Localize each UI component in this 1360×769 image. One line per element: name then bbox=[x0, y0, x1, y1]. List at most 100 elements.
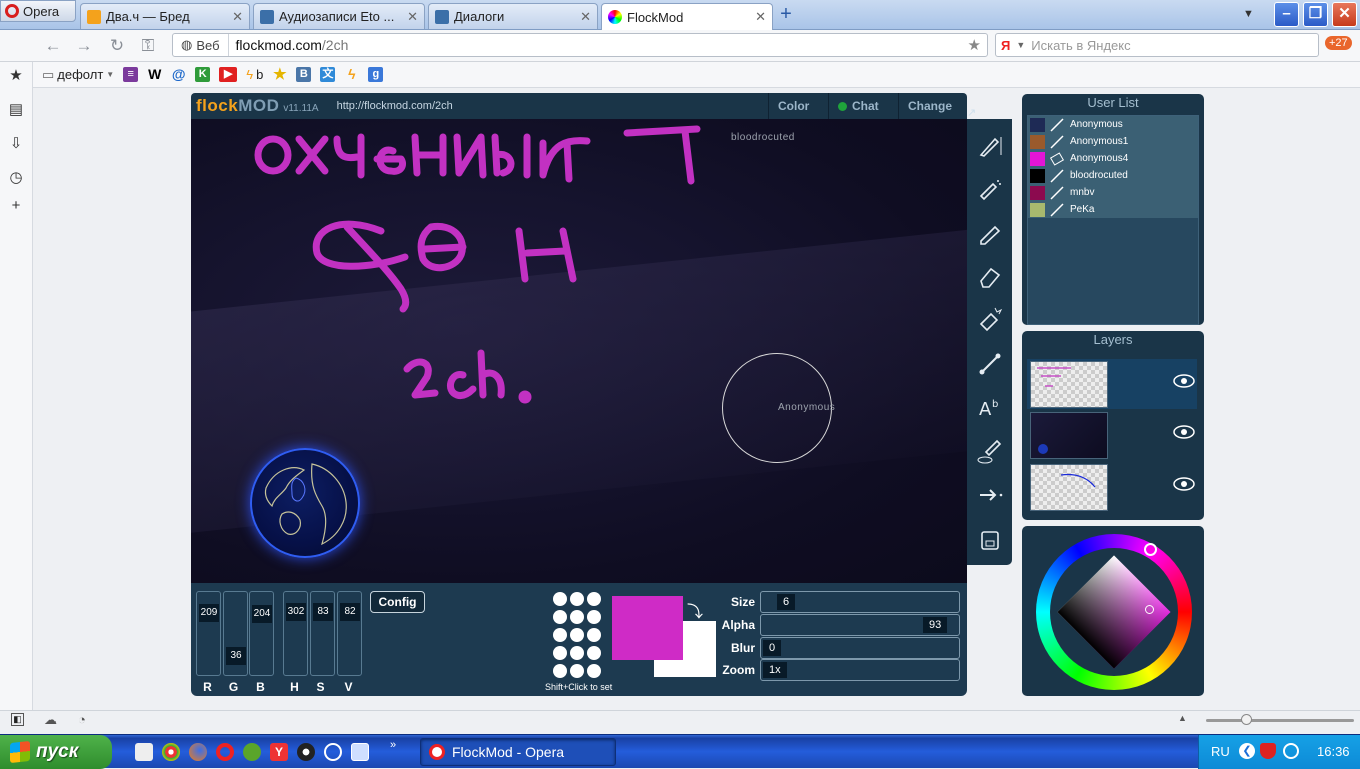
primary-color-swatch[interactable] bbox=[612, 596, 683, 660]
notification-badge[interactable]: +27 bbox=[1325, 36, 1352, 50]
line-tool-icon[interactable] bbox=[977, 351, 1003, 377]
forward-icon[interactable]: → bbox=[73, 36, 95, 56]
color-marker[interactable] bbox=[1145, 605, 1154, 614]
blend-eraser-icon[interactable] bbox=[977, 306, 1003, 332]
new-tab-button[interactable]: + bbox=[776, 4, 796, 25]
blur-bar[interactable]: 0 bbox=[760, 637, 960, 659]
zoom-setting[interactable]: Zoom 1x bbox=[721, 659, 961, 681]
eye-icon[interactable] bbox=[1173, 477, 1195, 491]
user-row[interactable]: mnbv bbox=[1028, 184, 1198, 201]
start-button[interactable]: пуск bbox=[0, 735, 112, 769]
slider-v[interactable]: 82 bbox=[337, 591, 362, 676]
language-indicator[interactable]: RU bbox=[1211, 744, 1230, 759]
url-text[interactable]: flockmod.com/2ch bbox=[229, 37, 349, 53]
close-icon[interactable]: ✕ bbox=[755, 9, 766, 25]
slider-s[interactable]: 83 bbox=[310, 591, 335, 676]
bookmark-star-icon[interactable]: ★ bbox=[968, 36, 981, 54]
web-badge[interactable]: ◍ Веб bbox=[173, 34, 229, 56]
user-row[interactable]: Anonymous4 bbox=[1028, 150, 1198, 167]
chrome-icon[interactable] bbox=[162, 743, 180, 761]
eye-icon[interactable] bbox=[1173, 425, 1195, 439]
add-panel-icon[interactable]: + bbox=[8, 198, 24, 214]
panel-toggle-icon[interactable]: ◧ bbox=[11, 713, 24, 726]
chevron-up-icon[interactable]: ▲ bbox=[1178, 713, 1187, 723]
tab-change[interactable]: Change bbox=[898, 93, 961, 119]
zoom-slider[interactable] bbox=[1206, 719, 1354, 722]
downloads-icon[interactable]: ⇩ bbox=[8, 136, 24, 152]
kaspersky-icon[interactable]: K bbox=[195, 67, 211, 82]
move-tool-icon[interactable] bbox=[977, 482, 1003, 508]
zoom-slider-thumb[interactable] bbox=[1241, 714, 1252, 725]
explorer-icon[interactable] bbox=[351, 743, 369, 761]
user-row[interactable]: Anonymous bbox=[1028, 116, 1198, 133]
star-icon[interactable]: ★ bbox=[8, 68, 24, 84]
key-icon[interactable]: ⚿ bbox=[137, 36, 159, 56]
wikipedia-icon[interactable]: W bbox=[147, 67, 162, 82]
tab-flockmod[interactable]: FlockMod ✕ bbox=[601, 3, 773, 30]
opera-icon[interactable] bbox=[216, 743, 234, 761]
popout-icon[interactable]: ↗ bbox=[967, 106, 985, 120]
tab-audio[interactable]: Аудиозаписи Eto ... ✕ bbox=[253, 3, 425, 29]
user-row[interactable]: PeKa bbox=[1028, 201, 1198, 218]
tab-chat[interactable]: Chat bbox=[828, 93, 888, 119]
antivirus-icon[interactable] bbox=[1260, 743, 1276, 759]
hue-marker[interactable] bbox=[1144, 543, 1157, 556]
winamp-icon[interactable] bbox=[135, 743, 153, 761]
url-field[interactable]: ◍ Веб flockmod.com/2ch ★ bbox=[172, 33, 988, 57]
yandex-browser-icon[interactable]: Y bbox=[270, 743, 288, 761]
back-icon[interactable]: ← bbox=[42, 36, 64, 56]
slider-r[interactable]: 209 bbox=[196, 591, 221, 676]
drawing-canvas[interactable]: bloodrocuted Anonymous bbox=[191, 119, 967, 583]
tab-list-icon[interactable]: ▼ bbox=[1243, 8, 1254, 20]
sync-icon[interactable] bbox=[324, 743, 342, 761]
firefox-icon[interactable] bbox=[189, 743, 207, 761]
utorrent-icon[interactable] bbox=[243, 743, 261, 761]
youtube-icon[interactable]: ▶ bbox=[219, 67, 238, 82]
notes-icon[interactable]: ▤ bbox=[8, 102, 24, 118]
maximize-button[interactable]: ❐ bbox=[1303, 2, 1328, 27]
close-window-button[interactable]: ✕ bbox=[1332, 2, 1357, 27]
bookmark-dvach[interactable]: ϟ b bbox=[246, 67, 263, 82]
user-row[interactable]: Anonymous1 bbox=[1028, 133, 1198, 150]
taskbar-item-opera[interactable]: FlockMod - Opera bbox=[420, 738, 616, 766]
close-icon[interactable]: ✕ bbox=[580, 9, 591, 25]
room-url[interactable]: http://flockmod.com/2ch bbox=[337, 100, 453, 112]
eyedropper-icon[interactable] bbox=[977, 438, 1003, 464]
config-button[interactable]: Config bbox=[370, 591, 425, 613]
size-bar[interactable]: 6 bbox=[760, 591, 960, 613]
eraser-icon[interactable] bbox=[977, 263, 1003, 289]
user-row[interactable]: bloodrocuted bbox=[1028, 167, 1198, 184]
slider-b[interactable]: 204 bbox=[249, 591, 274, 676]
chevron-down-icon[interactable]: ▼ bbox=[1016, 40, 1025, 50]
tray-back-icon[interactable]: ❮ bbox=[1239, 743, 1255, 759]
speed-icon[interactable]: ◔ bbox=[78, 712, 86, 727]
network-icon[interactable] bbox=[1283, 743, 1299, 759]
size-setting[interactable]: Size 6 bbox=[721, 591, 961, 613]
tab-color[interactable]: Color bbox=[768, 93, 818, 119]
star-icon[interactable]: ★ bbox=[272, 67, 287, 82]
bookmark-folder-default[interactable]: ▭ дефолт ▼ bbox=[42, 67, 114, 83]
winrar-icon[interactable]: ≡ bbox=[123, 67, 139, 82]
save-icon[interactable] bbox=[977, 527, 1003, 553]
layer-row[interactable] bbox=[1027, 359, 1197, 409]
airbrush-icon[interactable] bbox=[977, 176, 1003, 202]
brush-icon[interactable] bbox=[977, 133, 1003, 159]
yandex-icon[interactable]: Я bbox=[1001, 38, 1010, 53]
bolt-icon[interactable]: ϟ bbox=[344, 67, 359, 82]
more-quicklaunch-icon[interactable]: » bbox=[390, 739, 396, 751]
reload-icon[interactable]: ↻ bbox=[106, 36, 128, 56]
eye-icon[interactable] bbox=[1173, 374, 1195, 388]
media-player-icon[interactable] bbox=[297, 743, 315, 761]
cloud-icon[interactable]: ☁ bbox=[44, 712, 57, 728]
close-icon[interactable]: ✕ bbox=[232, 9, 243, 25]
alpha-bar[interactable]: 93 bbox=[760, 614, 960, 636]
slider-h[interactable]: 302 bbox=[283, 591, 308, 676]
tab-dvach[interactable]: Два.ч — Бред ✕ bbox=[80, 3, 250, 29]
vk-icon[interactable]: В bbox=[296, 67, 312, 82]
mail-icon[interactable]: @ bbox=[171, 67, 186, 82]
layer-row[interactable] bbox=[1027, 462, 1197, 512]
swap-colors-icon[interactable]: ⤵ bbox=[687, 598, 703, 622]
slider-g[interactable]: 36 bbox=[223, 591, 248, 676]
history-icon[interactable]: ◷ bbox=[8, 170, 24, 186]
brush-presets[interactable] bbox=[553, 590, 609, 682]
